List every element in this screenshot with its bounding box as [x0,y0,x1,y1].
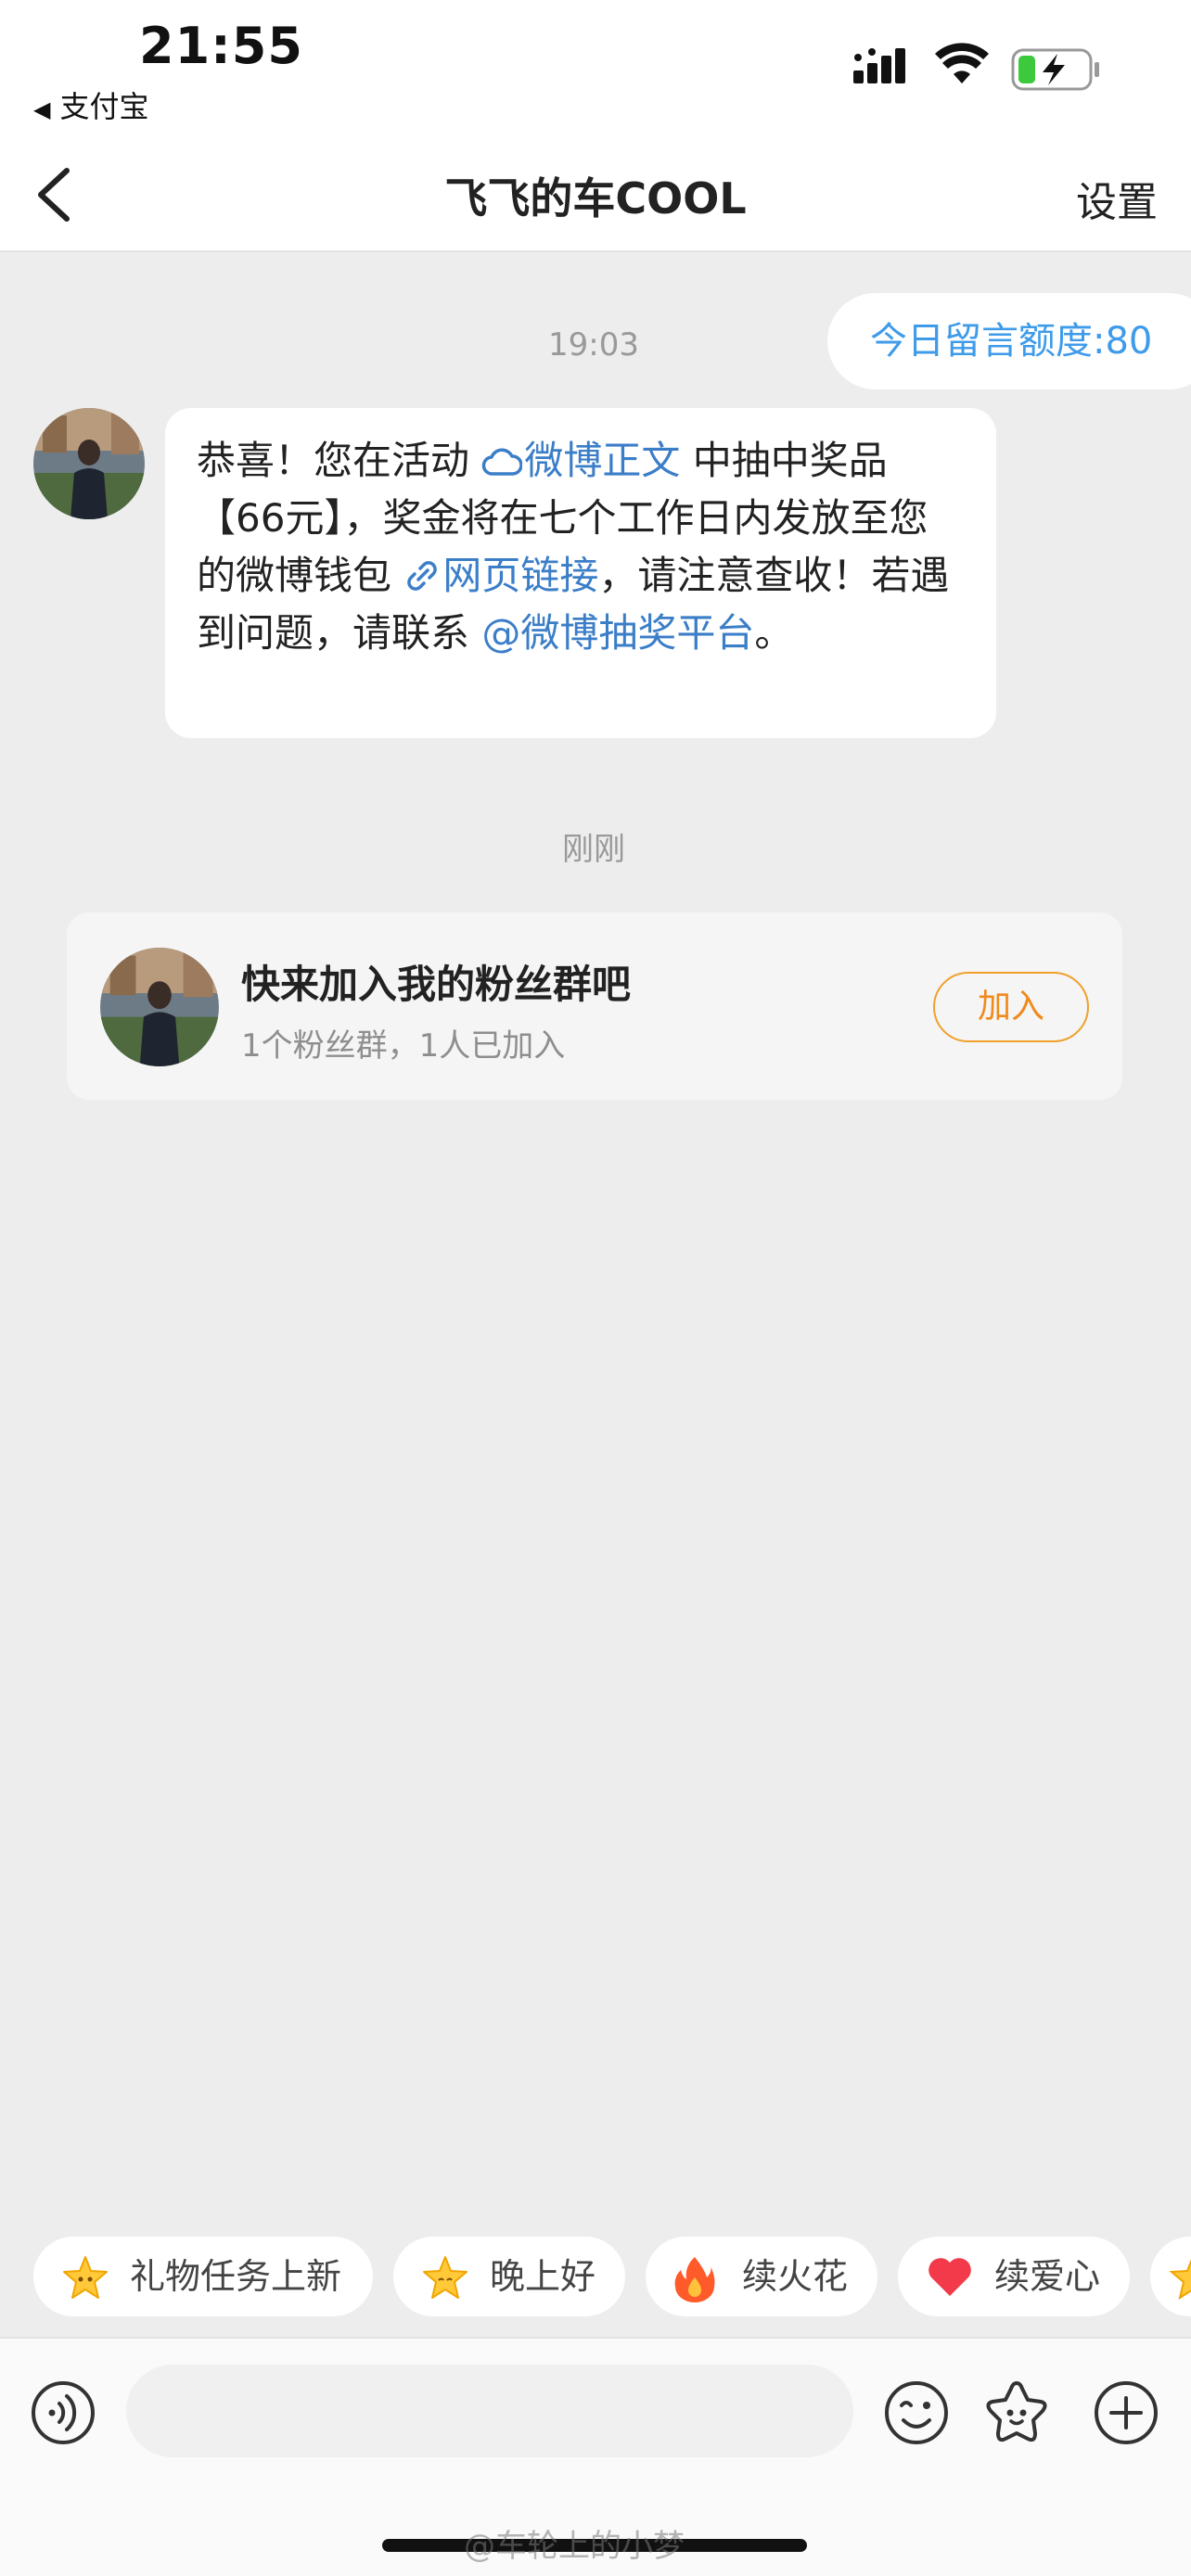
cellular-signal-icon [853,48,905,83]
fire-icon [674,2257,715,2302]
settings-button[interactable]: 设置 [1076,169,1158,228]
quick-reply-chip-partial[interactable] [1150,2237,1191,2316]
quick-reply-label: 晚上好 [490,2256,596,2297]
weibo-post-link[interactable]: 微博正文 [481,438,680,483]
web-link-label: 网页链接 [442,553,599,598]
quick-reply-label: 续火花 [742,2256,849,2297]
avatar[interactable] [33,408,145,519]
avatar [100,948,219,1066]
star-icon [1169,2259,1191,2300]
status-bar: 21:55 ◀ 支付宝 [0,0,1191,139]
star-icon [63,2256,108,2299]
emoji-icon[interactable] [883,2379,950,2446]
back-to-app-link[interactable]: ◀ 支付宝 [33,83,148,126]
message-text: 。 [754,610,794,656]
fan-group-title: 快来加入我的粉丝群吧 [241,962,632,1007]
star-icon [423,2256,467,2299]
web-link[interactable]: 网页链接 [403,553,598,598]
mention-link[interactable]: @微博抽奖平台 [481,610,754,656]
status-time: 21:55 [139,17,303,75]
message-quota-badge: 今日留言额度:80 [827,293,1191,389]
received-message-bubble: 恭喜！您在活动 微博正文 中抽中奖品【66元】，奖金将在七个工作日内发放至您的微… [165,408,996,738]
quick-reply-chip[interactable]: 晚上好 [393,2237,625,2316]
watermark: @车轮上的小梦 [464,2528,685,2565]
message-input[interactable] [126,2365,853,2457]
message-text: 恭喜！您在活动 [197,438,482,483]
quick-reply-chip[interactable]: 续爱心 [898,2237,1130,2316]
fan-group-subtitle: 1个粉丝群，1人已加入 [241,1027,566,1065]
quick-reply-label: 礼物任务上新 [130,2256,342,2297]
battery-charging-icon [1011,48,1099,91]
weibo-post-link-label: 微博正文 [524,438,681,483]
wifi-icon [935,43,989,83]
back-app-label: 支付宝 [59,89,149,124]
quick-reply-row: 礼物任务上新 晚上好 续火花 续爱心 [0,2237,1191,2320]
heart-icon [928,2258,971,2296]
link-icon [407,561,438,591]
chat-title: 飞飞的车COOL [444,173,747,223]
fan-group-card[interactable]: 快来加入我的粉丝群吧 1个粉丝群，1人已加入 加入 [67,912,1122,1100]
voice-input-icon[interactable] [30,2379,96,2446]
join-fan-group-button[interactable]: 加入 [933,972,1089,1042]
quick-reply-chip[interactable]: 礼物任务上新 [33,2237,373,2316]
timestamp: 刚刚 [562,831,625,868]
back-triangle-icon: ◀ [33,96,51,122]
cloud-icon [482,448,523,476]
timestamp: 19:03 [548,326,639,363]
add-plus-icon[interactable] [1093,2379,1159,2446]
nav-bar: 飞飞的车COOL 设置 [0,139,1191,252]
quick-reply-label: 续爱心 [994,2256,1101,2297]
quick-reply-chip[interactable]: 续火花 [646,2237,877,2316]
interaction-star-icon[interactable] [981,2379,1052,2446]
